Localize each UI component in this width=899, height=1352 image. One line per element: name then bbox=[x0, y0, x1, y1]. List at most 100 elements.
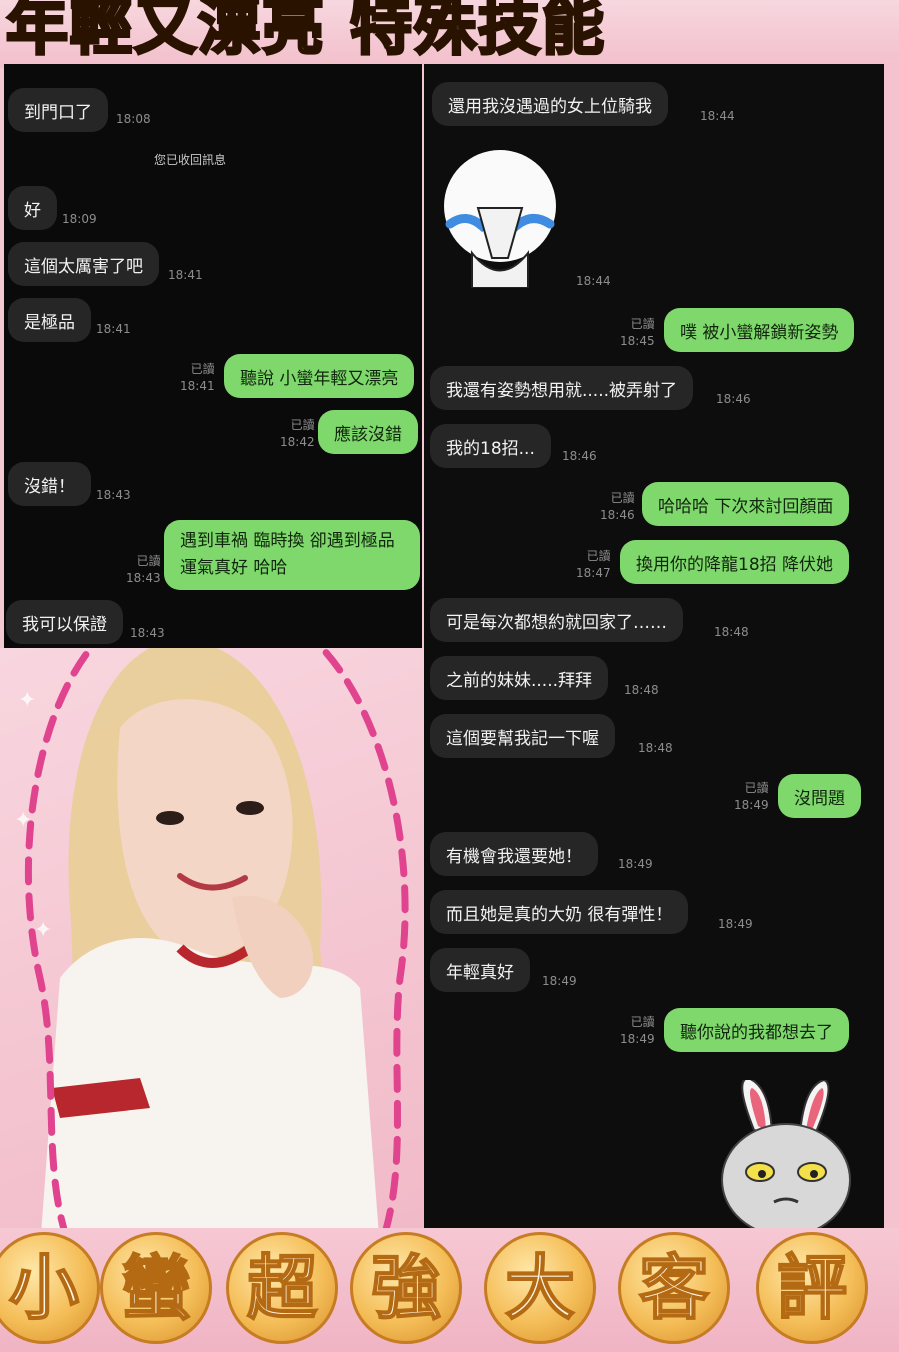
banner-char: 大 bbox=[504, 1247, 576, 1329]
message-text: 換用你的降龍18招 降伏她 bbox=[636, 554, 834, 575]
read-label: 已讀 bbox=[136, 554, 161, 568]
message-bubble[interactable]: 有機會我還要她！ bbox=[430, 832, 598, 876]
message-time: 18:44 bbox=[700, 109, 735, 123]
message-bubble-outgoing[interactable]: 噗 被小蠻解鎖新姿勢 bbox=[664, 308, 855, 352]
message-text: 還用我沒遇過的女上位騎我 bbox=[448, 96, 652, 117]
message-bubble[interactable]: 還用我沒遇過的女上位騎我 bbox=[432, 82, 668, 126]
message-text: 我的18招... bbox=[446, 438, 535, 459]
message-bubble-outgoing[interactable]: 遇到車禍 臨時換 卻遇到極品 運氣真好 哈哈 bbox=[164, 520, 420, 590]
message-text: 年輕真好 bbox=[446, 962, 514, 983]
message-time: 18:49 bbox=[618, 857, 653, 871]
message-text: 到門口了 bbox=[24, 102, 92, 123]
message-bubble[interactable]: 我還有姿勢想用就.....被弄射了 bbox=[430, 366, 694, 410]
read-label: 已讀 bbox=[190, 362, 215, 376]
message-bubble[interactable]: 沒錯！ bbox=[8, 462, 91, 506]
unsent-notice: 您已收回訊息 bbox=[154, 153, 227, 167]
read-receipt: 已讀 18:43 bbox=[126, 553, 161, 587]
message-bubble[interactable]: 而且她是真的大奶 很有彈性！ bbox=[430, 890, 689, 934]
read-receipt: 已讀 18:46 bbox=[600, 490, 635, 524]
banner-char: 評 bbox=[776, 1247, 848, 1329]
message-bubble-outgoing[interactable]: 聽你說的我都想去了 bbox=[664, 1008, 849, 1052]
message-time: 18:41 bbox=[180, 379, 215, 393]
message-time: 18:41 bbox=[96, 322, 131, 336]
banner-char: 客 bbox=[638, 1247, 710, 1329]
message-time: 18:09 bbox=[62, 212, 97, 226]
message-text: 我可以保證 bbox=[22, 614, 107, 635]
message-time: 18:48 bbox=[624, 683, 659, 697]
message-text: 有機會我還要她！ bbox=[446, 846, 582, 867]
message-text: 哈哈哈 下次來討回顏面 bbox=[658, 496, 834, 517]
message-time: 18:41 bbox=[168, 268, 203, 282]
read-receipt: 已讀 18:45 bbox=[620, 316, 655, 350]
message-bubble[interactable]: 好 bbox=[8, 186, 57, 230]
message-time: 18:49 bbox=[620, 1032, 655, 1046]
message-time: 18:44 bbox=[576, 274, 611, 288]
message-text: 遇到車禍 臨時換 卻遇到極品 運氣真好 哈哈 bbox=[180, 531, 395, 578]
message-bubble-outgoing[interactable]: 哈哈哈 下次來討回顏面 bbox=[642, 482, 850, 526]
message-text: 之前的妹妹.....拜拜 bbox=[446, 670, 593, 691]
bunny-sticker-icon[interactable] bbox=[714, 1076, 854, 1240]
read-receipt: 已讀 18:49 bbox=[734, 780, 769, 814]
message-bubble[interactable]: 我可以保證 bbox=[6, 600, 123, 644]
message-text: 好 bbox=[24, 200, 41, 221]
message-time: 18:48 bbox=[714, 625, 749, 639]
banner-char: 超 bbox=[246, 1247, 318, 1329]
message-bubble-outgoing[interactable]: 聽說 小蠻年輕又漂亮 bbox=[224, 354, 415, 398]
chat-panel-right: 還用我沒遇過的女上位騎我 18:44 18:44 已讀 18:45 噗 被小蠻解… bbox=[424, 64, 884, 1304]
banner-coin: 強 bbox=[350, 1232, 462, 1344]
banner-coin: 蠻 bbox=[100, 1232, 212, 1344]
message-text: 而且她是真的大奶 很有彈性！ bbox=[446, 904, 673, 925]
banner-char: 小 bbox=[8, 1247, 80, 1329]
message-text: 沒錯！ bbox=[24, 476, 75, 497]
message-time: 18:43 bbox=[126, 571, 161, 585]
message-text: 聽說 小蠻年輕又漂亮 bbox=[240, 368, 399, 389]
message-bubble[interactable]: 我的18招... bbox=[430, 424, 551, 468]
read-label: 已讀 bbox=[630, 317, 655, 331]
message-time: 18:46 bbox=[716, 392, 751, 406]
message-bubble-outgoing[interactable]: 沒問題 bbox=[778, 774, 861, 818]
message-time: 18:43 bbox=[130, 626, 165, 640]
message-bubble[interactable]: 是極品 bbox=[8, 298, 91, 342]
message-time: 18:49 bbox=[542, 974, 577, 988]
frame-border-right bbox=[883, 60, 899, 1290]
message-time: 18:45 bbox=[620, 334, 655, 348]
message-time: 18:46 bbox=[600, 508, 635, 522]
message-time: 18:08 bbox=[116, 112, 151, 126]
message-bubble-outgoing[interactable]: 應該沒錯 bbox=[318, 410, 418, 454]
top-banner: 年輕又漂亮 特殊技能 bbox=[0, 0, 899, 68]
banner-coin: 超 bbox=[226, 1232, 338, 1344]
banner-title-b: 特殊技能 bbox=[349, 0, 607, 63]
read-label: 已讀 bbox=[586, 549, 611, 563]
message-bubble[interactable]: 這個要幫我記一下喔 bbox=[430, 714, 615, 758]
read-label: 已讀 bbox=[630, 1015, 655, 1029]
sparkle-icon: ✦ bbox=[34, 918, 53, 943]
message-bubble-outgoing[interactable]: 換用你的降龍18招 降伏她 bbox=[620, 540, 850, 584]
message-bubble[interactable]: 之前的妹妹.....拜拜 bbox=[430, 656, 609, 700]
sparkle-icon: ✦ bbox=[14, 808, 33, 833]
message-time: 18:49 bbox=[718, 917, 753, 931]
read-label: 已讀 bbox=[744, 781, 769, 795]
chat-panel-left: 到門口了 18:08 您已收回訊息 好 18:09 這個太厲害了吧 18:41 … bbox=[4, 64, 422, 654]
message-text: 可是每次都想約就回家了…… bbox=[446, 612, 667, 633]
message-time: 18:49 bbox=[734, 798, 769, 812]
read-label: 已讀 bbox=[610, 491, 635, 505]
banner-char: 強 bbox=[370, 1247, 442, 1329]
message-text: 我還有姿勢想用就.....被弄射了 bbox=[446, 380, 678, 401]
read-receipt: 已讀 18:42 bbox=[280, 417, 315, 451]
message-bubble[interactable]: 這個太厲害了吧 bbox=[8, 242, 159, 286]
message-time: 18:46 bbox=[562, 449, 597, 463]
message-text: 聽你說的我都想去了 bbox=[680, 1022, 833, 1043]
message-text: 噗 被小蠻解鎖新姿勢 bbox=[680, 322, 839, 343]
read-receipt: 已讀 18:41 bbox=[180, 361, 215, 395]
banner-coin: 評 bbox=[756, 1232, 868, 1344]
message-bubble[interactable]: 可是每次都想約就回家了…… bbox=[430, 598, 683, 642]
banner-coin: 大 bbox=[484, 1232, 596, 1344]
crying-bear-sticker-icon[interactable] bbox=[442, 148, 558, 289]
read-receipt: 已讀 18:47 bbox=[576, 548, 611, 582]
message-text: 這個太厲害了吧 bbox=[24, 256, 143, 277]
message-bubble[interactable]: 到門口了 bbox=[8, 88, 108, 132]
message-text: 沒問題 bbox=[794, 788, 845, 809]
profile-photo-area: ✦ ✦ ✦ bbox=[0, 648, 424, 1248]
portrait-illustration bbox=[24, 648, 409, 1248]
message-bubble[interactable]: 年輕真好 bbox=[430, 948, 530, 992]
